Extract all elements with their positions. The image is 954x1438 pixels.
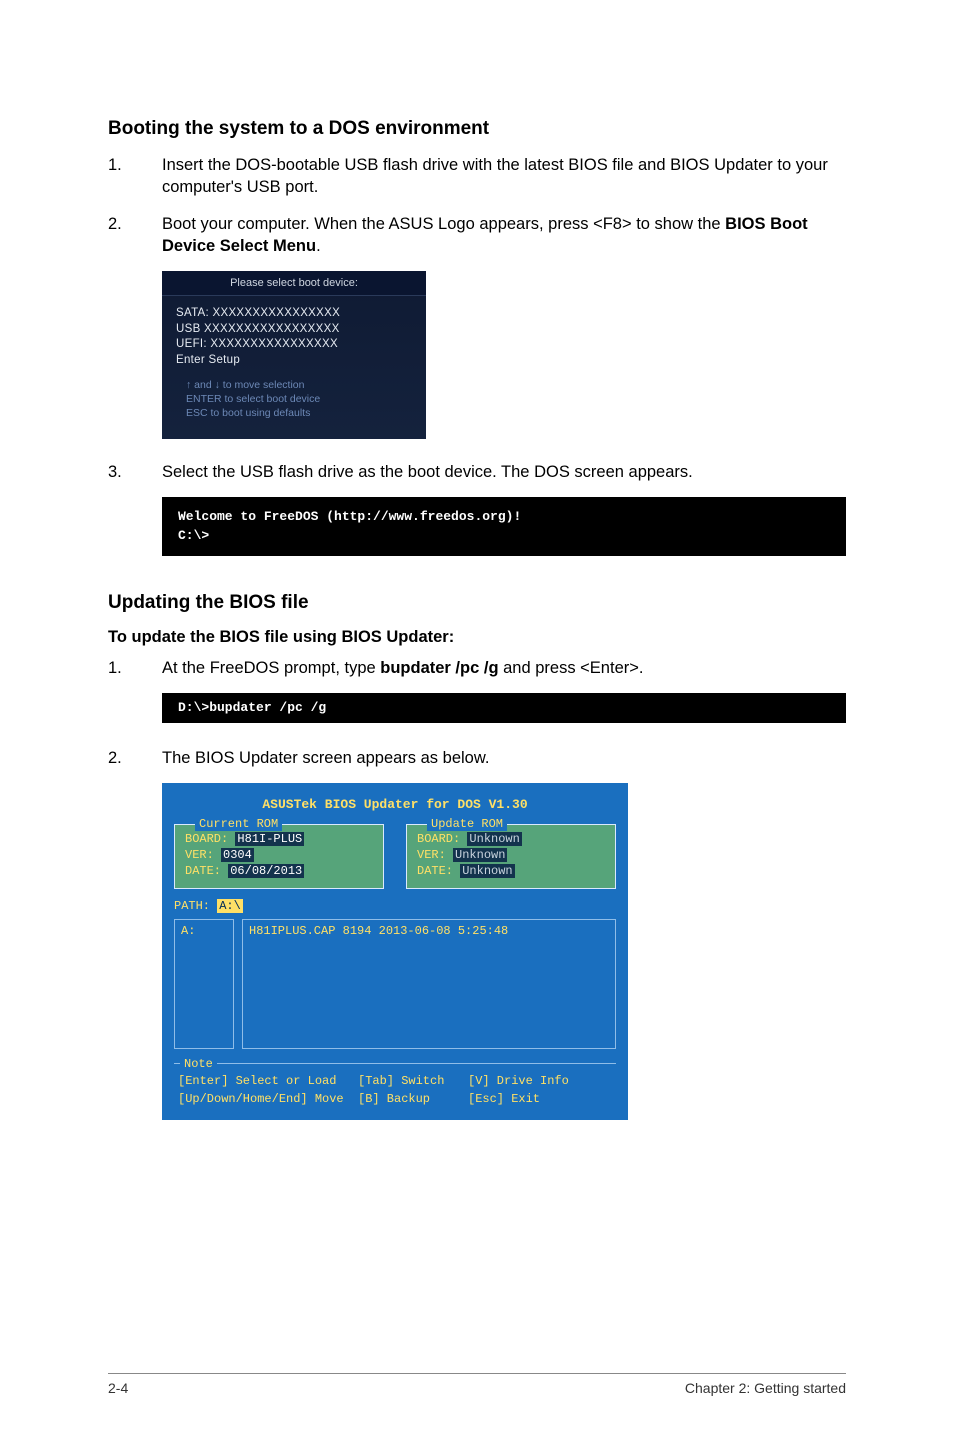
file-column: H81IPLUS.CAP 8194 2013-06-08 5:25:48 (242, 919, 616, 1049)
key-hint: [Esc] Exit (468, 1092, 540, 1106)
label: DATE: (185, 864, 221, 878)
path-label: PATH: (174, 899, 210, 913)
page-number: 2-4 (108, 1380, 128, 1396)
label: VER: (417, 848, 446, 862)
page-footer: 2-4 Chapter 2: Getting started (108, 1373, 846, 1396)
page: Booting the system to a DOS environment … (0, 0, 954, 1438)
key-hint: [Enter] Select or Load (178, 1074, 336, 1088)
path-value: A:\ (217, 899, 243, 913)
text: At the FreeDOS prompt, type (162, 659, 380, 677)
drive-item: A: (181, 924, 227, 938)
boot-menu: Please select boot device: SATA: XXXXXXX… (162, 271, 426, 439)
current-rom-box: Current ROM BOARD: H81I-PLUS VER: 0304 D… (174, 824, 384, 889)
bios-updater-figure: ASUSTek BIOS Updater for DOS V1.30 Curre… (162, 783, 846, 1120)
step-number: 2. (108, 747, 162, 769)
value: H81I-PLUS (235, 832, 304, 846)
boot-menu-item: SATA: XXXXXXXXXXXXXXXX (176, 306, 412, 322)
list-item: 1. At the FreeDOS prompt, type bupdater … (108, 657, 846, 679)
update-rom-box: Update ROM BOARD: Unknown VER: Unknown D… (406, 824, 616, 889)
list-item: 2. Boot your computer. When the ASUS Log… (108, 213, 846, 258)
label: VER: (185, 848, 214, 862)
label: BOARD: (417, 832, 460, 846)
value: Unknown (453, 848, 507, 862)
section2-subheading: To update the BIOS file using BIOS Updat… (108, 628, 846, 647)
boot-menu-item: UEFI: XXXXXXXXXXXXXXXX (176, 337, 412, 353)
step-number: 3. (108, 461, 162, 483)
hint-line: ENTER to select boot device (186, 392, 412, 406)
boot-menu-list: SATA: XXXXXXXXXXXXXXXX USB XXXXXXXXXXXXX… (162, 296, 426, 372)
rom-row: Current ROM BOARD: H81I-PLUS VER: 0304 D… (174, 824, 616, 889)
terminal-line: D:\>bupdater /pc /g (178, 700, 326, 715)
step-text: Select the USB flash drive as the boot d… (162, 461, 846, 483)
boot-menu-figure: Please select boot device: SATA: XXXXXXX… (162, 271, 846, 439)
terminal-line: C:\> (178, 528, 209, 543)
legend: Current ROM (195, 817, 282, 831)
label: DATE: (417, 864, 453, 878)
boot-menu-item: Enter Setup (176, 353, 412, 369)
step-number: 1. (108, 154, 162, 199)
bios-updater-screen: ASUSTek BIOS Updater for DOS V1.30 Curre… (162, 783, 628, 1120)
text: Boot your computer. When the ASUS Logo a… (162, 215, 725, 233)
legend: Update ROM (427, 817, 507, 831)
value: 06/08/2013 (228, 864, 304, 878)
value: 0304 (221, 848, 254, 862)
file-area: A: H81IPLUS.CAP 8194 2013-06-08 5:25:48 (174, 919, 616, 1049)
note-legend: Note (180, 1055, 217, 1073)
boot-menu-item: USB XXXXXXXXXXXXXXXXX (176, 322, 412, 338)
key-hint: [B] Backup (358, 1092, 430, 1106)
text-bold: bupdater /pc /g (380, 659, 498, 677)
terminal-line: Welcome to FreeDOS (http://www.freedos.o… (178, 509, 521, 524)
step-number: 1. (108, 657, 162, 679)
boot-menu-hints: ↑ and ↓ to move selection ENTER to selec… (162, 372, 426, 427)
boot-menu-title: Please select boot device: (162, 271, 426, 296)
section2-heading: Updating the BIOS file (108, 592, 846, 614)
value: Unknown (467, 832, 521, 846)
key-hint: [V] Drive Info (468, 1074, 569, 1088)
chapter-title: Chapter 2: Getting started (685, 1380, 846, 1396)
text: . (316, 237, 321, 255)
terminal-command: D:\>bupdater /pc /g (162, 693, 846, 723)
label: BOARD: (185, 832, 228, 846)
step-text: The BIOS Updater screen appears as below… (162, 747, 846, 769)
section1-heading: Booting the system to a DOS environment (108, 118, 846, 140)
drive-column: A: (174, 919, 234, 1049)
step-number: 2. (108, 213, 162, 258)
step-text: Boot your computer. When the ASUS Logo a… (162, 213, 846, 258)
key-hint: [Tab] Switch (358, 1074, 444, 1088)
hint-line: ESC to boot using defaults (186, 406, 412, 420)
text: and press <Enter>. (499, 659, 644, 677)
path-row: PATH: A:\ (174, 897, 616, 915)
list-item: 1. Insert the DOS-bootable USB flash dri… (108, 154, 846, 199)
file-item: H81IPLUS.CAP 8194 2013-06-08 5:25:48 (249, 924, 609, 938)
hint-line: ↑ and ↓ to move selection (186, 378, 412, 392)
list-item: 2. The BIOS Updater screen appears as be… (108, 747, 846, 769)
step-text: Insert the DOS-bootable USB flash drive … (162, 154, 846, 199)
list-item: 3. Select the USB flash drive as the boo… (108, 461, 846, 483)
updater-title: ASUSTek BIOS Updater for DOS V1.30 (174, 797, 616, 812)
value: Unknown (460, 864, 514, 878)
key-hint: [Up/Down/Home/End] Move (178, 1092, 344, 1106)
note-box: Note [Enter] Select or Load [Tab] Switch… (174, 1063, 616, 1110)
terminal-freedos: Welcome to FreeDOS (http://www.freedos.o… (162, 497, 846, 556)
step-text: At the FreeDOS prompt, type bupdater /pc… (162, 657, 846, 679)
